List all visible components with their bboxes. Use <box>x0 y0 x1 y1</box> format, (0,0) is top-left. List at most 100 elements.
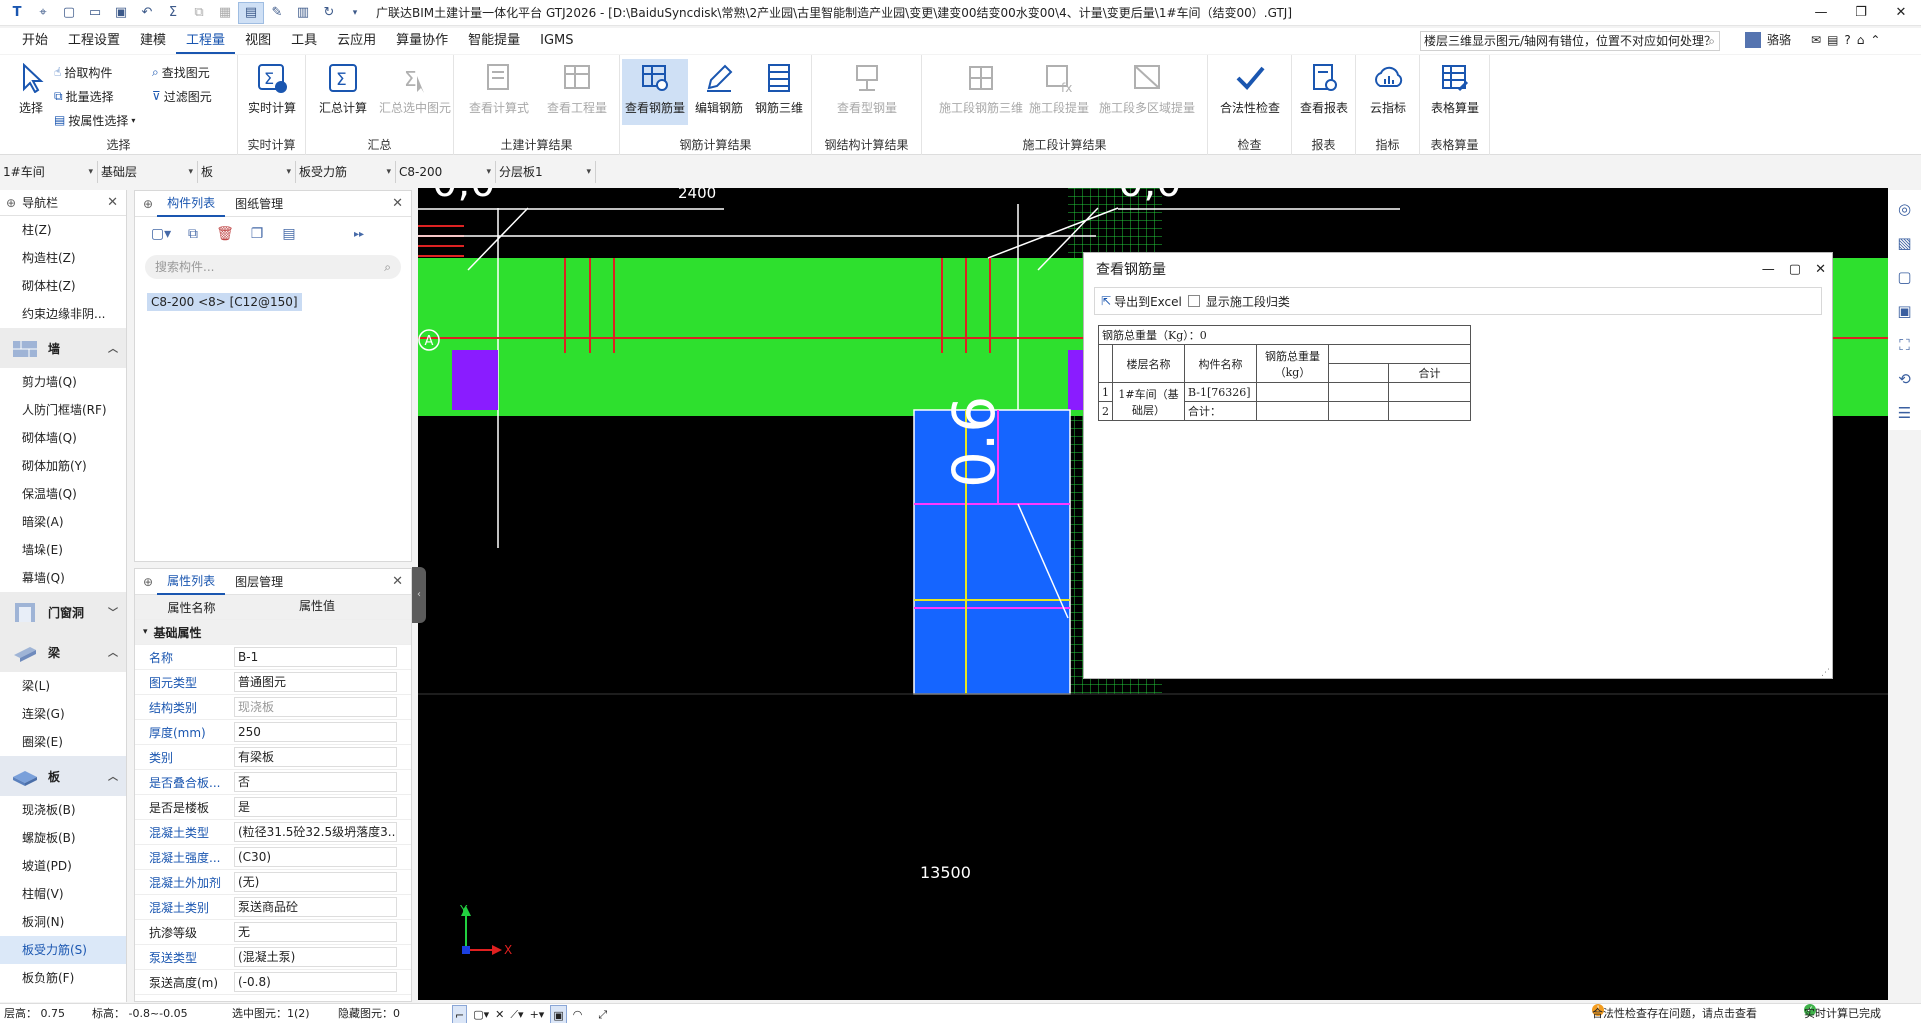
component-search-input[interactable]: 搜索构件... ⌕ <box>145 255 401 279</box>
ribbon-collapse-icon[interactable]: ⌃ <box>1870 33 1880 47</box>
stage-rebar-3d-button[interactable]: 施工段钢筋三维 <box>936 59 1026 125</box>
layer-select[interactable]: 分层板1 ▾ <box>496 161 596 183</box>
menu-collab[interactable]: 算量协作 <box>386 28 458 54</box>
pick-component-button[interactable]: ☝ 拾取构件 <box>54 61 112 83</box>
nav-item-hidden-beam[interactable]: 暗梁(A) <box>0 508 126 536</box>
property-value[interactable]: 是 <box>234 797 397 817</box>
nav-item-coupling-beam[interactable]: 连梁(G) <box>0 700 126 728</box>
menu-modeling[interactable]: 建模 <box>130 28 176 54</box>
nav-item-cast-slab[interactable]: 现浇板(B) <box>0 796 126 824</box>
property-value[interactable]: 有梁板 <box>234 747 397 767</box>
property-value[interactable]: (C30) <box>234 847 397 867</box>
snap-icon[interactable]: ⌐ <box>452 1005 468 1023</box>
nav-item-construct-column[interactable]: 构造柱(Z) <box>0 244 126 272</box>
close-icon[interactable]: ✕ <box>107 195 118 210</box>
nav-item-masonry-wall[interactable]: 砌体墙(Q) <box>0 424 126 452</box>
view-quantity-button[interactable]: 查看工程量 <box>540 59 614 125</box>
sum-calc-button[interactable]: Σ 汇总计算 <box>312 59 374 125</box>
property-value[interactable]: B-1 <box>234 647 397 667</box>
drawing-canvas[interactable]: A 0.6 0,0 0,0 2400 13500 <box>418 188 1888 1000</box>
close-icon[interactable]: ✕ <box>392 574 403 589</box>
delete-icon[interactable]: 🗑 <box>213 223 237 245</box>
more-dropdown-icon[interactable]: ▾ <box>342 2 368 24</box>
arc-icon[interactable]: ◠ <box>573 1005 583 1023</box>
rotate-view-icon[interactable]: ⟲ <box>1894 370 1916 390</box>
menu-view[interactable]: 视图 <box>235 28 281 54</box>
show-stage-checkbox[interactable] <box>1187 295 1200 307</box>
more-icon[interactable]: ▸▸ <box>347 223 371 245</box>
property-value[interactable]: (无) <box>234 872 397 892</box>
copy-icon[interactable]: ⧉ <box>186 2 212 24</box>
nav-category-door-window[interactable]: 门窗洞 ﹀ <box>0 592 126 632</box>
category-select[interactable]: 板 ▾ <box>198 161 296 183</box>
stage-extract-button[interactable]: fx 施工段提量 <box>1026 59 1092 125</box>
fit-screen-icon[interactable]: ⛶ <box>1894 336 1916 356</box>
user-name[interactable]: 骆骆 <box>1767 31 1791 48</box>
open-folder-icon[interactable]: ▭ <box>82 2 108 24</box>
nav-item-ramp[interactable]: 坡道(PD) <box>0 852 126 880</box>
line-tool-icon[interactable]: ⟋▾ <box>510 1005 523 1023</box>
restore-icon[interactable]: ❐ <box>1841 0 1881 26</box>
nav-item-edge-member[interactable]: 约束边缘非阴... <box>0 300 126 328</box>
home-icon[interactable]: ⌂ <box>1857 33 1865 47</box>
maximize-icon[interactable]: ▢ <box>1789 253 1801 287</box>
property-value[interactable]: (混凝土泵) <box>234 947 397 967</box>
help-search-input[interactable]: 楼层三维显示图元/轴网有错位，位置不对应如何处理？ ⌕ <box>1420 31 1720 51</box>
pin-icon[interactable]: ⊕ <box>143 197 153 211</box>
property-value[interactable]: (粒径31.5砼32.5级坍落度3... <box>234 822 397 842</box>
new-file-icon[interactable]: ▢ <box>56 2 82 24</box>
select-button[interactable]: 选择 <box>0 59 62 125</box>
menu-tools[interactable]: 工具 <box>281 28 327 54</box>
nav-item-spiral-slab[interactable]: 螺旋板(B) <box>0 824 126 852</box>
sum-icon[interactable]: Σ <box>160 2 186 24</box>
nav-item-slab-hole[interactable]: 板洞(N) <box>0 908 126 936</box>
view-rebar-quick-icon[interactable]: ▤ <box>238 1 264 24</box>
cube-icon[interactable]: ▢ <box>1894 268 1916 288</box>
select-by-attribute-button[interactable]: ▤ 按属性选择 ▾ <box>54 109 135 131</box>
menu-start[interactable]: 开始 <box>12 28 58 54</box>
pin-icon[interactable]: ⊕ <box>143 575 153 589</box>
menu-igms[interactable]: IGMS <box>530 28 583 54</box>
view-report-button[interactable]: 查看报表 <box>1293 59 1355 125</box>
property-value[interactable]: 无 <box>234 922 397 942</box>
nav-item-wall-pier[interactable]: 墙垛(E) <box>0 536 126 564</box>
property-value[interactable]: 普通图元 <box>234 672 397 692</box>
type-select[interactable]: 板受力筋 ▾ <box>296 161 396 183</box>
tab-layer-management[interactable]: 图层管理 <box>225 570 293 594</box>
menu-quantity[interactable]: 工程量 <box>176 28 236 54</box>
search-icon[interactable]: ⌕ <box>1708 32 1715 50</box>
nav-item-column[interactable]: 柱(Z) <box>0 216 126 244</box>
table-row[interactable]: 1 1#车间（基础层） B-1[76326] <box>1098 382 1471 421</box>
nav-item-beam[interactable]: 梁(L) <box>0 672 126 700</box>
nav-item-masonry-rebar[interactable]: 砌体加筋(Y) <box>0 452 126 480</box>
menu-project-settings[interactable]: 工程设置 <box>58 28 130 54</box>
globe-icon[interactable]: ◎ <box>1894 200 1916 220</box>
collapse-panel-handle[interactable]: ‹ <box>412 567 426 623</box>
nav-item-masonry-column[interactable]: 砌体柱(Z) <box>0 272 126 300</box>
nav-item-slab-negative-rebar[interactable]: 板负筋(F) <box>0 964 126 992</box>
find-element-button[interactable]: ⌕ 查找图元 <box>152 61 210 83</box>
grid-icon[interactable]: ▦ <box>212 2 238 24</box>
building-select[interactable]: 1#车间 ▾ <box>0 161 98 183</box>
property-section[interactable]: ▾ 基础属性 <box>135 620 411 645</box>
region-icon[interactable]: ▣ <box>550 1005 567 1023</box>
save-icon[interactable]: ▣ <box>108 2 134 24</box>
view-formula-button[interactable]: 查看计算式 <box>462 59 536 125</box>
nav-item-slab-rebar[interactable]: 板受力筋(S) <box>0 936 126 964</box>
mail-icon[interactable]: ✉ <box>1811 33 1821 47</box>
refresh-icon[interactable]: ↻ <box>316 2 342 24</box>
cube-solid-icon[interactable]: ▣ <box>1894 302 1916 322</box>
nav-item-ring-beam[interactable]: 圈梁(E) <box>0 728 126 756</box>
close-icon[interactable]: ✕ <box>1881 0 1921 26</box>
component-item[interactable]: C8-200 <8> [C12@150] <box>147 293 302 311</box>
sum-selected-button[interactable]: Σ 汇总选中图元 <box>378 59 452 125</box>
duplicate-icon[interactable]: ❐ <box>245 223 269 245</box>
minimize-icon[interactable]: — <box>1801 0 1841 26</box>
avatar[interactable] <box>1745 31 1761 48</box>
new-component-icon[interactable]: ▢▾ <box>149 223 173 245</box>
undo-icon[interactable]: ↶ <box>134 2 160 24</box>
list-icon[interactable]: ☰ <box>1894 404 1916 424</box>
nav-category-slab[interactable]: 板 ︿ <box>0 756 126 796</box>
nav-item-column-cap[interactable]: 柱帽(V) <box>0 880 126 908</box>
nav-item-insulation-wall[interactable]: 保温墙(Q) <box>0 480 126 508</box>
